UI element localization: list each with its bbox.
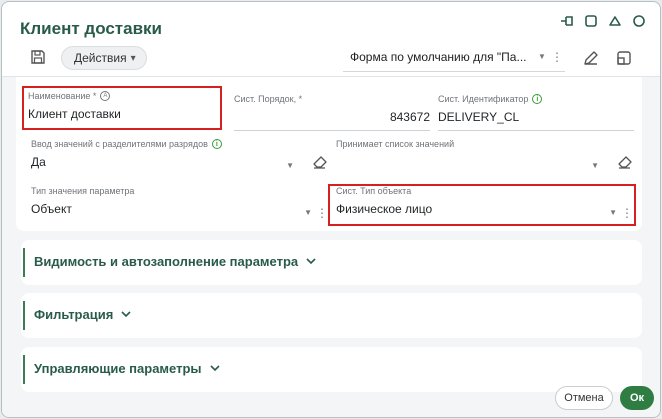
sys-order-label: Сист. Порядок, * [234,94,303,104]
section-accent-bar [23,301,25,330]
clear-eraser-icon[interactable] [617,154,633,172]
input-separators-value: Да [31,155,46,169]
form-content: Наименование * A Клиент доставки Сист. По… [2,77,660,417]
dropdown-caret-icon[interactable]: ▼ [535,52,549,61]
accepts-list-field[interactable]: Принимает список значений ▼ [336,139,633,175]
kebab-menu-icon[interactable]: ⋮ [316,206,328,220]
section-title: Управляющие параметры [34,361,202,376]
section-control-params[interactable]: Управляющие параметры [21,347,642,392]
section-filtration[interactable]: Фильтрация [21,293,642,338]
form-select[interactable]: Форма по умолчанию для "Па... ▼ ⋮ [343,42,565,72]
section-accent-bar [23,248,25,277]
field-underline [234,130,430,131]
kebab-menu-icon[interactable]: ⋮ [549,50,565,64]
sys-id-value: DELIVERY_CL [438,110,520,124]
section-accent-bar [23,355,25,384]
dropdown-caret-icon[interactable]: ▼ [286,161,294,170]
actions-label: Действия [74,51,127,65]
toolbar: Действия ▾ Форма по умолчанию для "Па...… [2,40,660,76]
info-icon[interactable]: i [211,139,222,149]
sys-id-field[interactable]: Сист. Идентификатор i DELIVERY_CL [438,94,634,131]
save-icon[interactable] [29,48,49,68]
section-visibility[interactable]: Видимость и автозаполнение параметра [21,240,642,285]
field-underline [438,130,634,131]
maximize-icon[interactable] [582,12,600,30]
highlight-object-type [328,184,636,226]
param-type-value: Объект [31,202,72,216]
window-controls [558,12,648,30]
pin-icon[interactable] [558,12,576,30]
accepts-list-label: Принимает список значений [336,139,455,149]
sys-order-value: 843672 [389,110,430,124]
cancel-button[interactable]: Отмена [555,386,613,410]
chevron-down-icon [306,258,316,265]
chevron-down-icon [121,311,131,318]
highlight-name [22,86,222,130]
edit-icon[interactable] [582,49,600,67]
collapse-icon[interactable] [606,12,624,30]
input-separators-label: Ввод значений с разделителями разрядов [31,139,208,149]
info-icon[interactable]: i [532,94,543,104]
sys-id-label: Сист. Идентификатор [438,94,529,104]
chevron-down-icon [209,365,220,372]
clear-eraser-icon[interactable] [312,154,328,172]
dialog: Клиент доставки Действия ▾ Форма по умол… [1,1,661,418]
ok-button[interactable]: Ок [620,386,654,410]
form-select-value: Форма по умолчанию для "Па... [350,49,527,64]
main-card: Наименование * A Клиент доставки Сист. По… [16,77,642,231]
param-type-field[interactable]: Тип значения параметра Объект ▼ ⋮ [31,186,328,222]
param-type-label: Тип значения параметра [31,186,135,196]
layout-icon[interactable] [615,49,633,67]
dropdown-caret-icon[interactable]: ▼ [304,208,312,217]
dialog-title: Клиент доставки [20,19,162,38]
section-title: Видимость и автозаполнение параметра [34,254,299,269]
section-title: Фильтрация [34,307,114,322]
close-icon[interactable] [630,12,648,30]
input-separators-field[interactable]: Ввод значений с разделителями разрядов i … [31,139,328,175]
sys-order-field[interactable]: Сист. Порядок, * 843672 [234,94,430,131]
actions-button[interactable]: Действия ▾ [61,46,147,70]
chevron-down-icon: ▾ [130,52,136,64]
dropdown-caret-icon[interactable]: ▼ [591,161,599,170]
